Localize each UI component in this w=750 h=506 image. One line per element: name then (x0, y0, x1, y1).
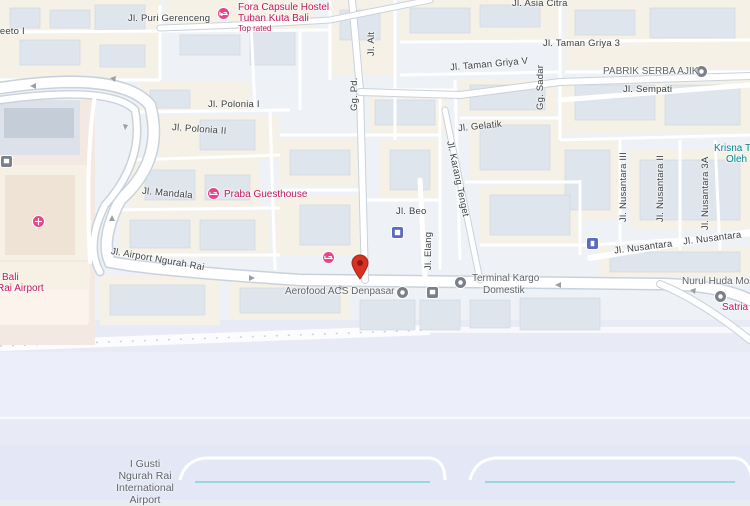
street-gg-pd: Gg. Pd. (349, 77, 360, 111)
street-jl-polonia-i: Jl. Polonia I (208, 99, 260, 110)
street-jl-nusantara-3a: Jl. Nusantara 3A (700, 156, 711, 230)
poi-fora-name[interactable]: Fora Capsule Hostel (238, 2, 329, 13)
place-icon[interactable] (396, 286, 409, 299)
hotel-icon[interactable] (217, 7, 230, 20)
street-jl-sempati: Jl. Sempati (623, 84, 673, 95)
poi-pabrik-name[interactable]: PABRIK SERBA AJIK (603, 66, 698, 77)
street-jl-alt: Jl. Alt (366, 31, 377, 56)
poi-baliairport-name2[interactable]: Rai Airport (0, 283, 44, 294)
street-jl-nusantara-iii: Jl. Nusantara III (618, 152, 629, 222)
street-jl-asia-citra: Jl. Asia Citra (512, 0, 568, 9)
airport-label-line2: Ngurah Rai (118, 470, 172, 482)
poi-fora-note: Top rated (238, 24, 272, 33)
poi-praba-name[interactable]: Praba Guesthouse (224, 189, 307, 200)
airport-icon[interactable] (32, 215, 45, 228)
location-pin-icon[interactable] (351, 254, 369, 280)
place-icon[interactable] (454, 276, 467, 289)
street-jl-nusantara-ii: Jl. Nusantara II (655, 154, 666, 222)
poi-kargo-name[interactable]: Terminal Kargo (472, 273, 539, 284)
poi-satria-name[interactable]: Satria (722, 302, 748, 313)
poi-kargo-name2[interactable]: Domestik (483, 285, 525, 296)
transit-icon[interactable] (0, 155, 13, 168)
poi-fora-name2[interactable]: Tuban Kuta Bali (238, 13, 309, 24)
hotel-icon[interactable] (322, 251, 335, 264)
poi-krisna-name2[interactable]: Oleh (726, 154, 747, 165)
poi-nurul-name[interactable]: Nurul Huda Mos (682, 276, 750, 287)
street-jl-taman-griya-3: Jl. Taman Griya 3 (543, 38, 621, 49)
hotel-icon[interactable] (207, 187, 220, 200)
street-jl-puri-gerenceng: Jl. Puri Gerenceng (128, 13, 211, 24)
airport-label: I Gusti Ngurah Rai International Airport (105, 458, 185, 506)
airport-label-line3: International (116, 482, 174, 494)
airport-label-line1: I Gusti (129, 458, 161, 470)
airport-label-line4: Airport (129, 494, 161, 506)
street-jl-elang: Jl. Elang (423, 231, 434, 270)
poi-krisna-name[interactable]: Krisna T (714, 143, 750, 154)
bus-icon[interactable] (426, 286, 439, 299)
poi-baliairport-name[interactable]: l Bali (0, 272, 19, 283)
street-jl-beo: Jl. Beo (396, 206, 427, 217)
taxiway (0, 352, 750, 418)
fuel-icon[interactable] (586, 237, 599, 250)
street-teeto: teeto I (0, 26, 25, 37)
poi-aerofood-name[interactable]: Aerofood ACS Denpasar (285, 286, 395, 297)
street-gg-sadar: Gg. Sadar (535, 64, 546, 110)
fuel-icon[interactable] (391, 226, 404, 239)
